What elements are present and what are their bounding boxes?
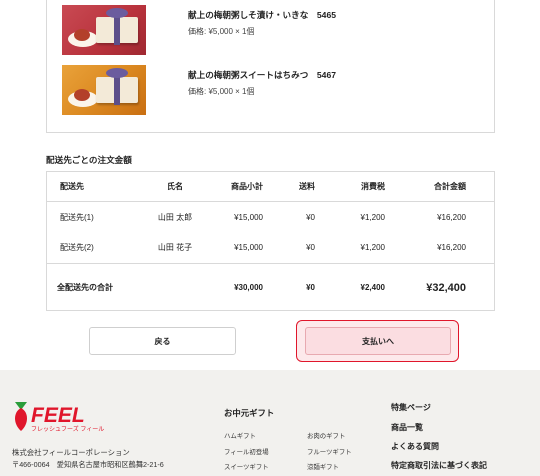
logo-wordmark: FEEL [31, 404, 85, 427]
cell-destination: 配送先(1) [60, 213, 94, 222]
cell-name: 山田 花子 [157, 243, 193, 252]
footer-link-legal[interactable]: 特定商取引法に基づく表記 [391, 460, 487, 471]
company-name: 株式会社フィールコーポレーション [12, 448, 130, 457]
cell-destination: 配送先(2) [60, 243, 94, 252]
table-row: 配送先(1) 山田 太郎 ¥15,000 ¥0 ¥1,200 ¥16,200 [47, 203, 494, 233]
header-subtotal: 商品小計 [231, 182, 263, 191]
header-destination: 配送先 [60, 182, 84, 191]
footer-link-meat-gift[interactable]: お肉のギフト [307, 431, 345, 440]
product-name[interactable]: 献上の梅朝粥しそ漬け・いきな 5465 [188, 9, 336, 21]
table-total-row: 全配送先の合計 ¥30,000 ¥0 ¥2,400 ¥32,400 [47, 263, 494, 311]
product-price: 価格: ¥5,000 × 1個 [188, 27, 255, 36]
header-name: 氏名 [167, 182, 183, 191]
cell-tax: ¥1,200 [360, 243, 385, 252]
total-label: 全配送先の合計 [57, 283, 113, 292]
total-shipping: ¥0 [306, 283, 315, 292]
summary-title: 配送先ごとの注文金額 [46, 155, 132, 165]
footer-link-features[interactable]: 特集ページ [391, 402, 431, 413]
product-image [62, 65, 146, 115]
footer-link-noodle-gift[interactable]: 涼麺ギフト [307, 462, 339, 471]
company-address: 〒466-0064 愛知県名古屋市昭和区鶴舞2-21-6 [12, 460, 164, 469]
product-price: 価格: ¥5,000 × 1個 [188, 87, 255, 96]
table-row: 配送先(2) 山田 花子 ¥15,000 ¥0 ¥1,200 ¥16,200 [47, 233, 494, 263]
header-tax: 消費税 [361, 182, 385, 191]
total-tax: ¥2,400 [360, 283, 385, 292]
cell-name: 山田 太郎 [157, 213, 193, 222]
product-name[interactable]: 献上の梅朝粥スイートはちみつ 5467 [188, 69, 336, 81]
cell-shipping: ¥0 [306, 213, 315, 222]
cell-total: ¥16,200 [437, 213, 466, 222]
back-button[interactable]: 戻る [89, 327, 236, 355]
order-items-panel: 献上の梅朝粥しそ漬け・いきな 5465 価格: ¥5,000 × 1個 献上の梅… [46, 0, 495, 133]
footer-link-sweets-gift[interactable]: スイーツギフト [224, 462, 269, 471]
header-shipping: 送料 [299, 182, 315, 191]
footer-link-products[interactable]: 商品一覧 [391, 422, 423, 433]
site-footer: FEEL フレッシュフーズ フィール 株式会社フィールコーポレーション 〒466… [0, 370, 540, 476]
order-item: 献上の梅朝粥しそ漬け・いきな 5465 価格: ¥5,000 × 1個 [62, 5, 482, 57]
gift-heading[interactable]: お中元ギフト [224, 407, 274, 419]
footer-link-faq[interactable]: よくある質問 [391, 441, 439, 452]
feel-logo[interactable]: FEEL フレッシュフーズ フィール [11, 398, 111, 434]
cell-subtotal: ¥15,000 [234, 243, 263, 252]
cell-shipping: ¥0 [306, 243, 315, 252]
cell-total: ¥16,200 [437, 243, 466, 252]
total-subtotal: ¥30,000 [234, 283, 263, 292]
cell-tax: ¥1,200 [360, 213, 385, 222]
footer-link-new-arrival[interactable]: フィール初登場 [224, 447, 269, 456]
product-image [62, 5, 146, 55]
order-item: 献上の梅朝粥スイートはちみつ 5467 価格: ¥5,000 × 1個 [62, 65, 482, 117]
proceed-to-payment-button[interactable]: 支払いへ [305, 327, 451, 355]
grand-total: ¥32,400 [426, 282, 466, 294]
footer-link-fruit-gift[interactable]: フルーツギフト [307, 447, 352, 456]
cell-subtotal: ¥15,000 [234, 213, 263, 222]
table-header-row: 配送先 氏名 商品小計 送料 消費税 合計金額 [47, 172, 494, 202]
header-total: 合計金額 [434, 182, 466, 191]
logo-subtitle: フレッシュフーズ フィール [31, 425, 104, 433]
order-summary-table: 配送先 氏名 商品小計 送料 消費税 合計金額 配送先(1) 山田 太郎 ¥15… [46, 171, 495, 311]
footer-link-ham-gift[interactable]: ハムギフト [224, 431, 256, 440]
